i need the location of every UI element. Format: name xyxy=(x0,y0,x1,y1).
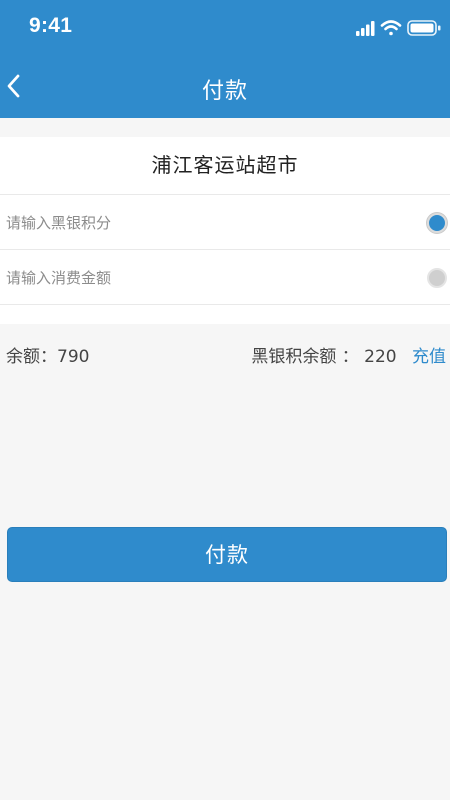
battery-icon xyxy=(407,20,441,36)
divider xyxy=(0,249,450,250)
recharge-link[interactable]: 充值 xyxy=(412,347,446,367)
status-time: 9:41 xyxy=(29,14,73,37)
points-balance-info: 黑银积余额 ： 220 充值 xyxy=(251,342,446,367)
points-balance-value: 220 xyxy=(364,347,397,367)
merchant-name: 浦江客运站超市 xyxy=(151,153,299,177)
page-title: 付款 xyxy=(201,79,248,104)
signal-icon xyxy=(356,21,375,36)
divider xyxy=(0,194,450,195)
status-icons xyxy=(356,20,441,36)
amount-row xyxy=(0,251,450,305)
balance-row: 余额：790 黑银积余额 ： 220 充值 xyxy=(0,340,450,367)
status-bar: 9:41 xyxy=(0,0,450,54)
amount-radio[interactable] xyxy=(427,268,447,288)
balance-info: 余额：790 xyxy=(6,342,89,367)
header: 9:41 付款 xyxy=(0,0,450,118)
nav-bar: 付款 xyxy=(0,54,450,118)
payment-form: 浦江客运站超市 xyxy=(0,137,450,324)
points-balance-label: 黑银积余额 ： xyxy=(251,347,359,367)
amount-input[interactable] xyxy=(6,251,396,305)
pay-button[interactable]: 付款 xyxy=(7,527,447,582)
points-radio[interactable] xyxy=(427,213,447,233)
payment-screen: 9:41 付款 浦江客运站超市 请输入黑银积分 请输入消费金额 余额：790 黑… xyxy=(0,0,450,800)
points-input[interactable] xyxy=(6,196,396,250)
points-row xyxy=(0,196,450,250)
wifi-icon xyxy=(380,20,402,36)
balance-label: 余额： xyxy=(6,347,57,367)
balance-value: 790 xyxy=(57,347,90,367)
divider xyxy=(0,304,450,305)
